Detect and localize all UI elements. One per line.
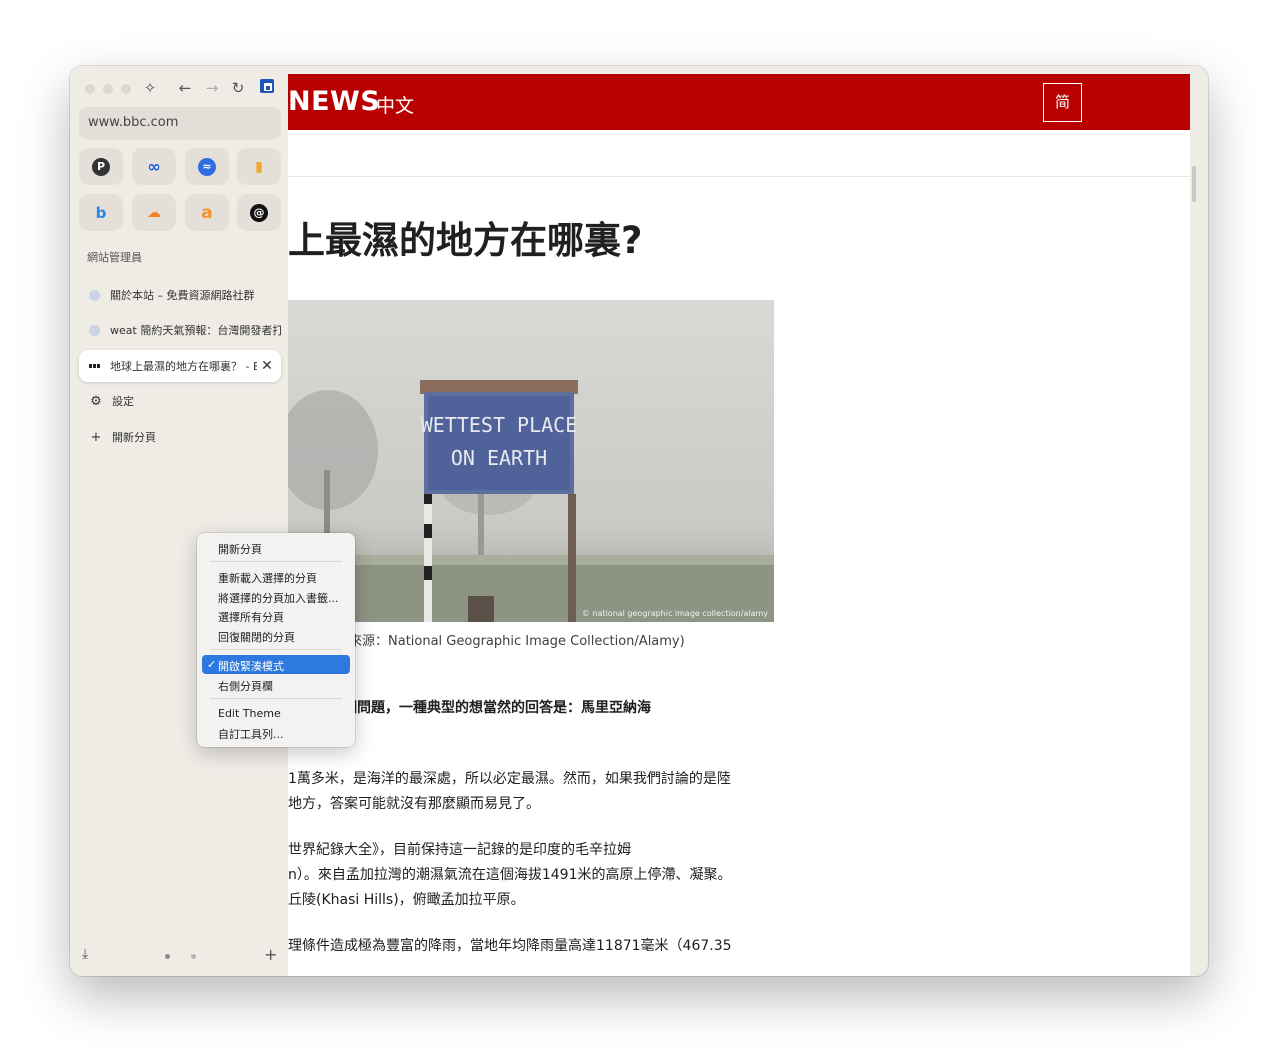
settings-item[interactable]: ⚙ 設定	[79, 385, 281, 417]
pinned-site-amazon[interactable]: a	[185, 194, 229, 231]
site-favicon-icon	[89, 324, 100, 336]
producthunt-icon: P	[92, 157, 110, 176]
menu-item-new-tab[interactable]: 開新分頁	[202, 538, 350, 557]
sign-text-line1: WETTEST PLACE	[421, 413, 578, 437]
sign-text-line2: ON EARTH	[451, 446, 547, 470]
photo-watermark: © national geographic image collection/a…	[582, 609, 768, 618]
plus-icon: +	[90, 429, 102, 445]
sidebar: ✧ ← → ↻ www.bbc.com P ∞ ≈ ▮ b ☁ a @ 網站管理…	[70, 66, 288, 976]
bbc-news-logo[interactable]: NEWS	[288, 86, 380, 117]
tab-item[interactable]: 關於本站 – 免費資源網路社群	[79, 279, 281, 311]
paragraph-line: 丘陵(Khasi Hills)，俯瞰孟加拉平原。	[288, 892, 525, 908]
menu-item-reopen-closed[interactable]: 回復關閉的分頁	[202, 626, 350, 645]
settings-label: 設定	[112, 395, 134, 408]
pinned-site-messenger[interactable]: ≈	[185, 148, 229, 185]
page-scrollbar[interactable]	[1192, 166, 1196, 202]
pinned-site-producthunt[interactable]: P	[79, 148, 123, 185]
reload-icon[interactable]: ↻	[228, 78, 248, 98]
zoom-window-button[interactable]	[121, 84, 131, 94]
wettest-place-photo: WETTEST PLACE ON EARTH © national geogra…	[288, 300, 774, 622]
pinned-site-threads[interactable]: @	[237, 194, 281, 231]
close-tab-icon[interactable]: ✕	[257, 358, 277, 374]
url-bar[interactable]: www.bbc.com	[79, 107, 281, 140]
sub-navigation	[288, 130, 1190, 177]
menu-item-reload-selected[interactable]: 重新載入選擇的分頁	[202, 567, 350, 586]
workspace-dot-icon[interactable]	[165, 954, 170, 959]
web-content: NEWS 中文 简 上最濕的地方在哪裏? WETTEST PLACE ON EA…	[288, 74, 1190, 976]
menu-item-label: 開啟緊湊模式	[218, 660, 284, 673]
pinned-site-cloudflare[interactable]: ☁	[132, 194, 176, 231]
threads-icon: @	[250, 203, 268, 222]
back-arrow-icon[interactable]: ←	[175, 78, 195, 98]
menu-item-right-sidebar[interactable]: 右側分頁欄	[202, 675, 350, 694]
pinned-site-analytics[interactable]: ▮	[237, 148, 281, 185]
paragraph-line: 理條件造成極為豐富的降雨，當地年均降雨量高達11871毫米（467.35	[288, 938, 732, 954]
forward-arrow-icon[interactable]: →	[202, 78, 222, 98]
sidebar-toolbar: ✧ ← → ↻	[70, 66, 288, 110]
tab-title: 關於本站 – 免費資源網路社群	[110, 289, 255, 302]
menu-separator	[210, 561, 342, 562]
sidebar-bottom-bar: ⤓ +	[70, 944, 288, 970]
meta-icon: ∞	[147, 157, 161, 176]
menu-item-compact-mode[interactable]: ✓ 開啟緊湊模式	[202, 655, 350, 674]
context-menu: 開新分頁 重新載入選擇的分頁 將選擇的分頁加入書籤... 選擇所有分頁 回復關閉…	[197, 533, 355, 747]
bing-icon: b	[95, 203, 107, 222]
article-headline: 上最濕的地方在哪裏?	[288, 219, 643, 262]
amazon-icon: a	[201, 202, 213, 223]
menu-separator	[210, 649, 342, 650]
menu-item-customize-toolbar[interactable]: 自訂工具列...	[202, 723, 350, 742]
downloads-icon[interactable]: ⤓	[82, 946, 88, 962]
photo-caption: 片來源：National Geographic Image Collection…	[336, 634, 685, 649]
new-tab-item[interactable]: + 開新分頁	[79, 421, 281, 453]
menu-item-edit-theme[interactable]: Edit Theme	[202, 704, 350, 723]
workspace-dot-icon[interactable]	[191, 954, 196, 959]
gear-icon: ⚙	[90, 393, 102, 409]
menu-item-select-all[interactable]: 選擇所有分頁	[202, 606, 350, 625]
bitwarden-icon[interactable]	[257, 78, 277, 98]
messenger-icon: ≈	[198, 157, 216, 176]
menu-item-bookmark-selected[interactable]: 將選擇的分頁加入書籤...	[202, 587, 350, 606]
tab-title: weat 簡約天氣預報：台灣開發者打造	[110, 324, 281, 337]
bbc-favicon-icon	[89, 361, 101, 372]
paragraph-line: n）。來自孟加拉灣的潮濕氣流在這個海拔1491米的高原上停滯、凝聚。	[288, 867, 732, 883]
minimize-window-button[interactable]	[103, 84, 113, 94]
cloudflare-icon: ☁	[147, 204, 161, 221]
new-tab-label: 開新分頁	[112, 431, 156, 444]
close-window-button[interactable]	[85, 84, 95, 94]
checkmark-icon: ✓	[207, 658, 217, 671]
tab-item-active[interactable]: 地球上最濕的地方在哪裏？ - BBC ✕	[79, 350, 281, 382]
menu-separator	[210, 698, 342, 699]
article-photo: WETTEST PLACE ON EARTH © national geogra…	[288, 300, 774, 622]
extensions-icon[interactable]: ✧	[140, 78, 160, 98]
analytics-icon: ▮	[255, 158, 263, 175]
tab-title: 地球上最濕的地方在哪裏？ - BBC	[110, 360, 257, 373]
add-workspace-icon[interactable]: +	[264, 945, 277, 964]
paragraph-line: 1萬多米，是海洋的最深處，所以必定最濕。然而，如果我們討論的是陸	[288, 771, 731, 787]
bbc-chinese-label[interactable]: 中文	[376, 91, 414, 118]
browser-window: NEWS 中文 简 上最濕的地方在哪裏? WETTEST PLACE ON EA…	[70, 66, 1208, 976]
tab-group-title[interactable]: 網站管理員	[87, 249, 142, 265]
paragraph-line: 地方，答案可能就沒有那麼顯而易見了。	[288, 796, 540, 812]
bbc-header: NEWS 中文 简	[288, 74, 1190, 130]
pinned-site-bing[interactable]: b	[79, 194, 123, 231]
pinned-site-meta[interactable]: ∞	[132, 148, 176, 185]
tab-item[interactable]: weat 簡約天氣預報：台灣開發者打造	[79, 314, 281, 346]
paragraph-line: 世界紀錄大全》，目前保持這一記錄的是印度的毛辛拉姆	[288, 842, 631, 858]
site-favicon-icon	[89, 289, 100, 301]
simplified-chinese-button[interactable]: 简	[1043, 83, 1082, 122]
